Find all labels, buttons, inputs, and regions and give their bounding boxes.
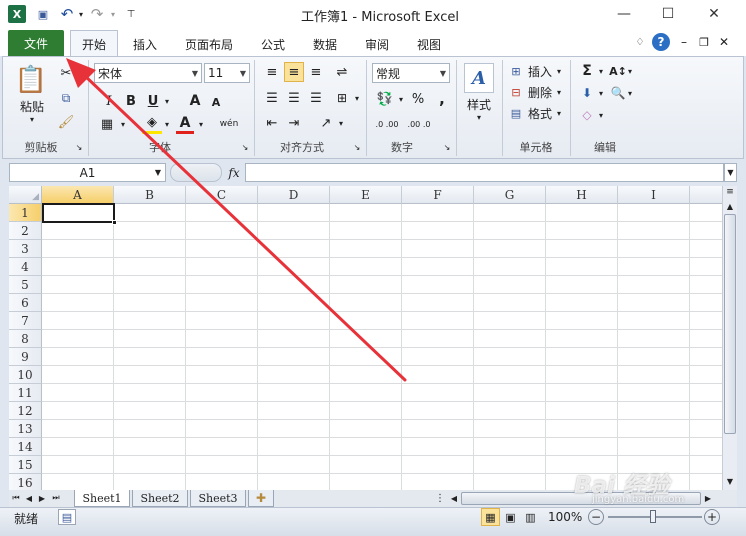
- watermark-logo: Bai 经验: [574, 473, 669, 499]
- excel-window: X ▣ ↶ ▾ ↷ ▾ ⊤ 工作簿1 - Microsoft Excel — ☐…: [0, 0, 746, 536]
- annotation-arrow: [66, 58, 407, 382]
- watermark-url: jingyan.baidu.com: [592, 494, 685, 505]
